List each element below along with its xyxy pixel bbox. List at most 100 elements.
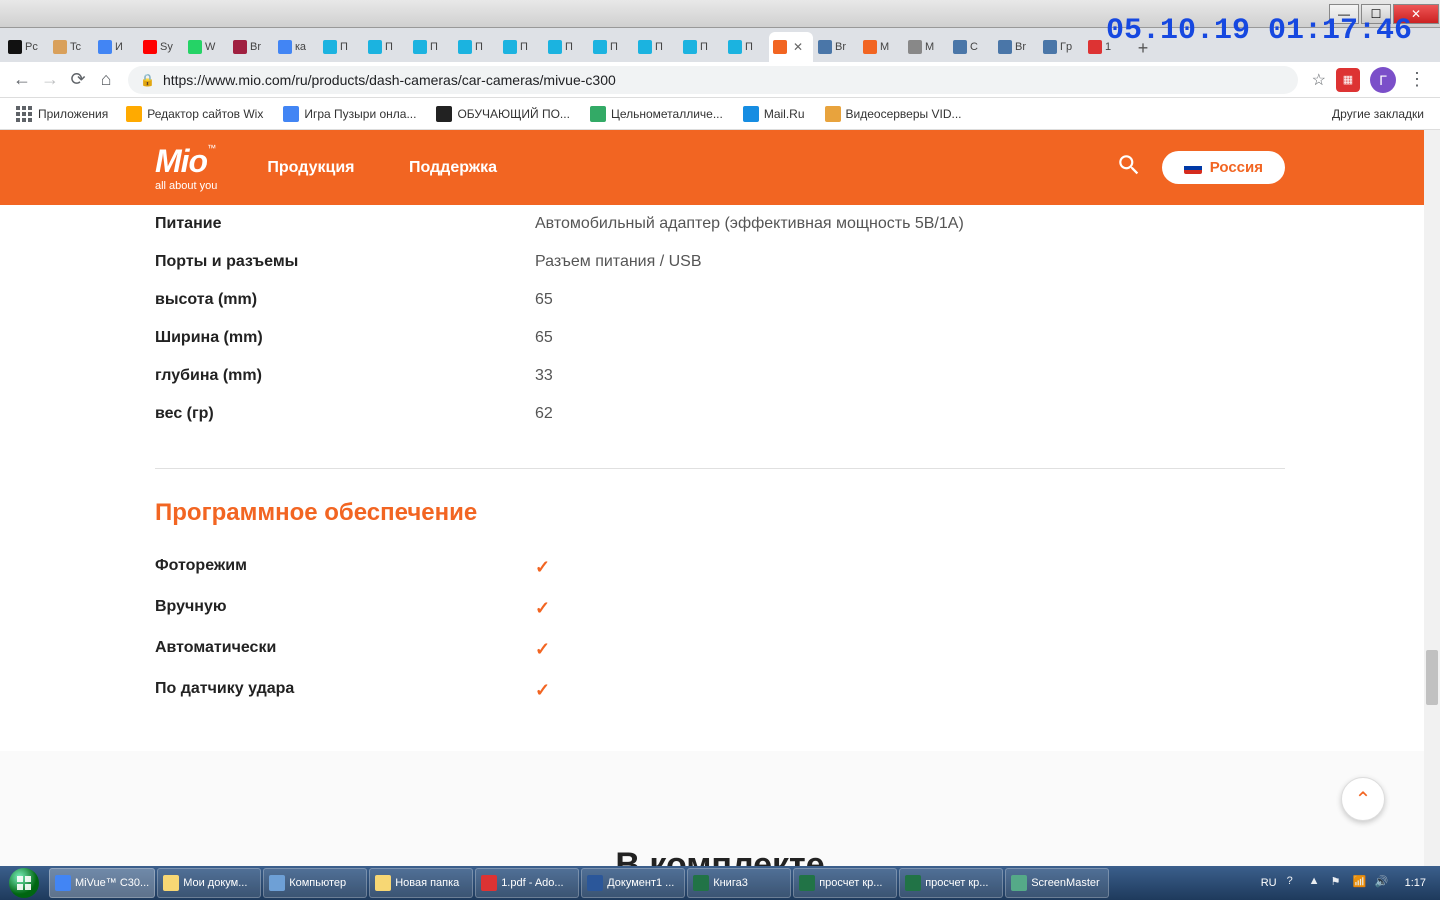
bookmark-star-icon[interactable]: ☆ [1306, 70, 1332, 90]
browser-tab[interactable]: П [589, 32, 633, 62]
taskbar-app-icon [55, 875, 71, 891]
tray-icon[interactable]: ▲ [1309, 875, 1325, 891]
browser-tab[interactable]: ✕ [769, 32, 813, 62]
taskbar-item[interactable]: просчет кр... [899, 868, 1003, 898]
taskbar-item-label: Книга3 [713, 877, 748, 889]
help-icon[interactable]: ? [1287, 875, 1303, 891]
taskbar-app-icon [163, 875, 179, 891]
browser-tab[interactable]: W [184, 32, 228, 62]
browser-tab[interactable]: П [454, 32, 498, 62]
browser-tab[interactable]: И [94, 32, 138, 62]
spec-label: вес (гр) [155, 405, 535, 423]
spec-label: Ширина (mm) [155, 329, 535, 347]
bookmark-item[interactable]: Видеосерверы VID... [817, 102, 970, 126]
other-bookmarks[interactable]: Другие закладки [1324, 103, 1432, 125]
browser-tab[interactable]: M [859, 32, 903, 62]
tab-label: кa [295, 41, 306, 53]
window-minimize-button[interactable]: — [1329, 4, 1359, 24]
country-selector[interactable]: Россия [1162, 151, 1285, 184]
taskbar-item[interactable]: 1.pdf - Ado... [475, 868, 579, 898]
browser-tab[interactable]: Br [994, 32, 1038, 62]
tab-favicon [368, 40, 382, 54]
tab-label: 1 [1105, 41, 1111, 53]
taskbar-item-label: ScreenMaster [1031, 877, 1099, 889]
bookmark-item[interactable]: ОБУЧАЮЩИЙ ПО... [428, 102, 577, 126]
window-titlebar: — ☐ ✕ [0, 0, 1440, 28]
browser-tab[interactable]: П [679, 32, 723, 62]
spec-label: глубина (mm) [155, 367, 535, 385]
forward-button[interactable]: → [36, 66, 64, 94]
tab-favicon [458, 40, 472, 54]
taskbar-item[interactable]: Мои докум... [157, 868, 261, 898]
chrome-menu-button[interactable]: ⋮ [1402, 69, 1432, 90]
taskbar-item[interactable]: просчет кр... [793, 868, 897, 898]
browser-tab[interactable]: Гp [1039, 32, 1083, 62]
main-nav: Продукция Поддержка [267, 159, 547, 177]
tab-label: Tc [70, 41, 81, 53]
scrollbar-thumb[interactable] [1426, 650, 1438, 705]
nav-products[interactable]: Продукция [267, 159, 354, 176]
tab-favicon [1088, 40, 1102, 54]
tab-favicon [503, 40, 517, 54]
scrollbar-track[interactable] [1424, 130, 1440, 866]
taskbar-item[interactable]: Новая папка [369, 868, 473, 898]
taskbar-item[interactable]: Книга3 [687, 868, 791, 898]
new-tab-button[interactable]: + [1129, 34, 1157, 62]
taskbar-clock[interactable]: 1:17 [1397, 877, 1434, 889]
browser-tab[interactable]: Pc [4, 32, 48, 62]
browser-tab[interactable]: П [409, 32, 453, 62]
tab-label: M [880, 41, 889, 53]
taskbar-item[interactable]: ScreenMaster [1005, 868, 1109, 898]
taskbar-item[interactable]: Компьютер [263, 868, 367, 898]
home-button[interactable]: ⌂ [92, 66, 120, 94]
specs-section: ПитаниеАвтомобильный адаптер (эффективна… [155, 205, 1285, 711]
nav-support[interactable]: Поддержка [409, 159, 497, 176]
browser-tab[interactable]: M [904, 32, 948, 62]
russia-flag-icon [1184, 162, 1202, 174]
extension-icon[interactable]: ▦ [1336, 68, 1360, 92]
window-maximize-button[interactable]: ☐ [1361, 4, 1391, 24]
browser-tab[interactable]: Br [229, 32, 273, 62]
browser-tab[interactable]: Br [814, 32, 858, 62]
tab-label: П [385, 41, 393, 53]
network-icon[interactable]: 📶 [1353, 875, 1369, 891]
taskbar-item-label: просчет кр... [819, 877, 882, 889]
bookmark-item[interactable]: Mail.Ru [735, 102, 813, 126]
browser-tabs-bar: PcTcИSyWBrкaПППППППППП✕BrMMCBrГp1+ [0, 28, 1440, 62]
window-close-button[interactable]: ✕ [1393, 4, 1439, 24]
bookmark-item[interactable]: Редактор сайтов Wix [118, 102, 271, 126]
url-input[interactable]: 🔒 https://www.mio.com/ru/products/dash-c… [128, 66, 1298, 94]
taskbar-item[interactable]: MiVue™ C30... [49, 868, 155, 898]
back-button[interactable]: ← [8, 66, 36, 94]
bookmark-item[interactable]: Игра Пузыри онла... [275, 102, 424, 126]
browser-tab[interactable]: C [949, 32, 993, 62]
browser-tab[interactable]: Sy [139, 32, 183, 62]
tab-close-icon[interactable]: ✕ [793, 40, 803, 54]
browser-tab[interactable]: П [634, 32, 678, 62]
taskbar-item[interactable]: Документ1 ... [581, 868, 685, 898]
language-indicator[interactable]: RU [1257, 875, 1281, 891]
mio-logo[interactable]: Mio™ all about you [155, 143, 217, 192]
browser-tab[interactable]: П [364, 32, 408, 62]
start-button[interactable] [0, 866, 48, 900]
browser-tab[interactable]: П [319, 32, 363, 62]
windows-taskbar: MiVue™ C30...Мои докум...КомпьютерНовая … [0, 866, 1440, 900]
flag-icon[interactable]: ⚑ [1331, 875, 1347, 891]
tab-label: П [430, 41, 438, 53]
bookmark-item[interactable]: Цельнометалличе... [582, 102, 731, 126]
other-bookmarks-label: Другие закладки [1332, 107, 1424, 121]
search-icon[interactable] [1116, 152, 1142, 183]
scroll-to-top-button[interactable]: ⌃ [1341, 777, 1385, 821]
volume-icon[interactable]: 🔊 [1375, 875, 1391, 891]
browser-tab[interactable]: кa [274, 32, 318, 62]
browser-tab[interactable]: П [499, 32, 543, 62]
tab-label: П [610, 41, 618, 53]
browser-tab[interactable]: П [724, 32, 768, 62]
browser-tab[interactable]: Tc [49, 32, 93, 62]
profile-avatar[interactable]: Г [1370, 67, 1396, 93]
browser-tab[interactable]: П [544, 32, 588, 62]
divider [155, 468, 1285, 469]
apps-button[interactable]: Приложения [8, 102, 116, 126]
browser-tab[interactable]: 1 [1084, 32, 1128, 62]
reload-button[interactable]: ⟳ [64, 66, 92, 94]
